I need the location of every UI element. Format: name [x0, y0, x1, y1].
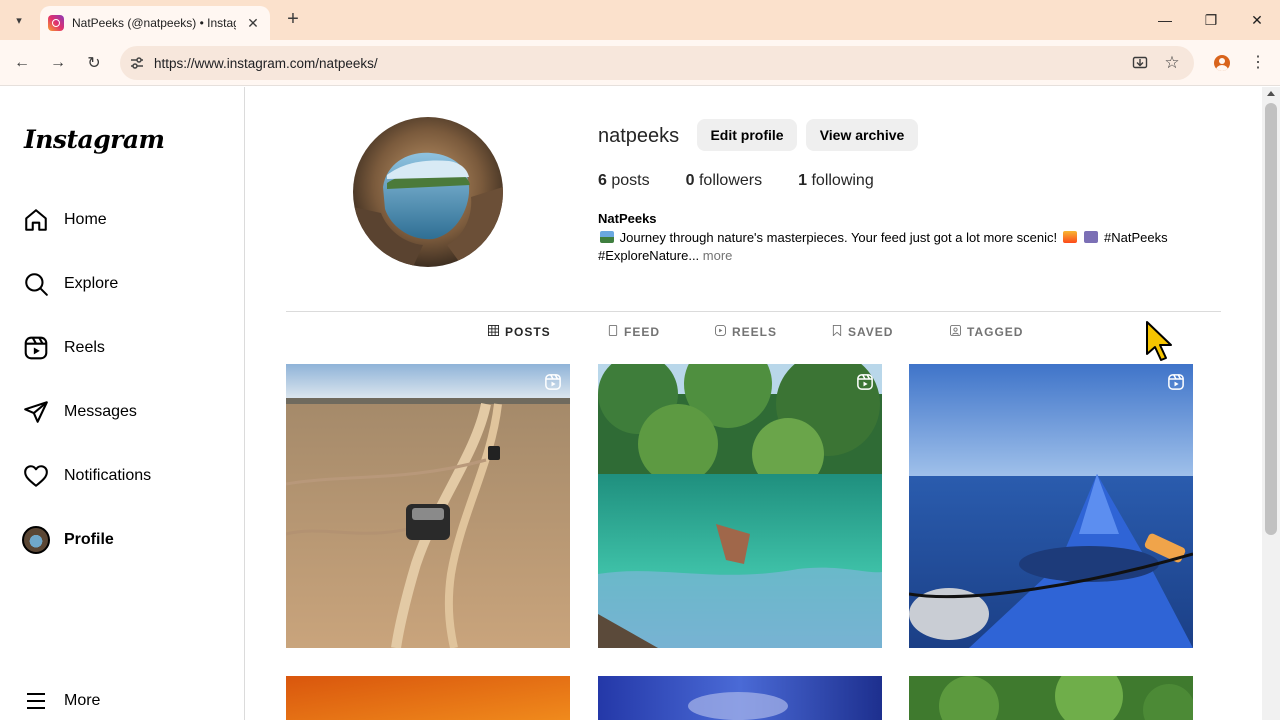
- bio-hashtag[interactable]: #ExploreNature...: [598, 248, 699, 263]
- tab-label: REELS: [732, 325, 778, 339]
- post-thumbnail-foliage[interactable]: [909, 676, 1193, 720]
- minimize-button[interactable]: —: [1142, 0, 1188, 40]
- reel-indicator-icon: [856, 373, 874, 391]
- profile-full-name: NatPeeks: [598, 211, 657, 226]
- site-info-icon[interactable]: [120, 46, 154, 80]
- browser-tab-strip: ▾ NatPeeks (@natpeeks) • Instagram ✕ + —…: [0, 0, 1280, 40]
- forward-button[interactable]: →: [47, 52, 69, 74]
- profile-stats: 6 posts 0 followers 1 following: [598, 172, 910, 190]
- sidebar-item-reels[interactable]: Reels: [22, 324, 232, 372]
- sidebar-item-explore[interactable]: Explore: [22, 260, 232, 308]
- tag-icon: [950, 325, 961, 339]
- scrollbar-thumb[interactable]: [1265, 103, 1277, 535]
- new-tab-button[interactable]: +: [282, 8, 304, 30]
- tab-label: POSTS: [505, 325, 551, 339]
- bookmark-icon: [832, 325, 842, 339]
- browser-profile-avatar[interactable]: [1212, 53, 1232, 73]
- bio-text: Journey through nature's masterpieces. Y…: [619, 230, 1058, 245]
- sunrise-emoji-icon: [1062, 231, 1077, 243]
- reels-icon: [715, 325, 726, 339]
- bio-hashtag[interactable]: #NatPeeks: [1104, 230, 1168, 245]
- instagram-sidebar: Instagram Home Explore Reels Messages No…: [0, 87, 245, 720]
- install-app-icon[interactable]: [1130, 53, 1150, 73]
- profile-avatar-icon: [22, 526, 50, 554]
- tab-search-button[interactable]: ▾: [8, 9, 30, 31]
- tab-tagged[interactable]: TAGGED: [950, 325, 1023, 339]
- profile-main: natpeeks Edit profile View archive 6 pos…: [245, 87, 1262, 720]
- tab-label: SAVED: [848, 325, 894, 339]
- profile-username: natpeeks: [598, 125, 680, 147]
- browser-tab-active[interactable]: NatPeeks (@natpeeks) • Instagram ✕: [40, 6, 270, 40]
- home-icon: [22, 206, 50, 234]
- sidebar-item-home[interactable]: Home: [22, 196, 232, 244]
- window-controls: — ❐ ✕: [1142, 0, 1280, 40]
- page-scrollbar[interactable]: [1262, 87, 1280, 720]
- sidebar-item-label: Notifications: [64, 467, 152, 484]
- sidebar-item-label: Reels: [64, 339, 105, 356]
- bio-more-link[interactable]: more: [703, 248, 733, 263]
- tab-title: NatPeeks (@natpeeks) • Instagram: [72, 16, 236, 30]
- landscape-emoji-icon: [600, 231, 614, 243]
- mouse-cursor-icon: [1145, 320, 1175, 364]
- profile-divider: [286, 311, 1221, 312]
- camera-emoji-icon: [1084, 231, 1099, 243]
- heart-icon: [22, 462, 50, 490]
- browser-toolbar: ← → ↻ https://www.instagram.com/natpeeks…: [0, 40, 1280, 86]
- post-thumbnail-blue-sky[interactable]: [598, 676, 882, 720]
- post-thumbnail-sunset[interactable]: [286, 676, 570, 720]
- feed-icon: [608, 325, 618, 339]
- address-bar[interactable]: https://www.instagram.com/natpeeks/ ☆: [120, 46, 1194, 80]
- reel-indicator-icon: [1167, 373, 1185, 391]
- grid-icon: [488, 325, 499, 339]
- search-icon: [22, 270, 50, 298]
- edit-profile-button[interactable]: Edit profile: [697, 119, 797, 151]
- tab-label: FEED: [624, 325, 661, 339]
- window-close-button[interactable]: ✕: [1234, 0, 1280, 40]
- sidebar-item-label: Home: [64, 211, 107, 228]
- posts-stat: 6 posts: [598, 172, 650, 189]
- scroll-up-arrow-icon[interactable]: [1267, 91, 1275, 96]
- tab-reels[interactable]: REELS: [715, 325, 777, 339]
- back-button[interactable]: ←: [11, 52, 33, 74]
- send-icon: [22, 398, 50, 426]
- profile-bio: Journey through nature's masterpieces. Y…: [598, 229, 1218, 265]
- post-thumbnail-kayak[interactable]: [909, 364, 1193, 648]
- sidebar-item-label: Profile: [64, 531, 114, 548]
- restore-button[interactable]: ❐: [1188, 0, 1234, 40]
- url-text[interactable]: https://www.instagram.com/natpeeks/: [154, 56, 378, 71]
- bookmark-star-icon[interactable]: ☆: [1162, 53, 1182, 73]
- reel-indicator-icon: [544, 373, 562, 391]
- profile-tabs: POSTS FEED REELS SAVED TAGGED: [286, 325, 1221, 351]
- post-thumbnail-desert-road[interactable]: [286, 364, 570, 648]
- view-archive-button[interactable]: View archive: [806, 119, 918, 151]
- sidebar-item-notifications[interactable]: Notifications: [22, 452, 232, 500]
- tab-close-button[interactable]: ✕: [244, 15, 262, 32]
- reels-icon: [22, 334, 50, 362]
- tab-saved[interactable]: SAVED: [832, 325, 893, 339]
- tab-feed[interactable]: FEED: [608, 325, 660, 339]
- profile-avatar[interactable]: [353, 117, 503, 267]
- sidebar-item-profile[interactable]: Profile: [22, 516, 232, 564]
- sidebar-item-label: Explore: [64, 275, 119, 292]
- sidebar-item-more[interactable]: More: [22, 677, 232, 720]
- tab-label: TAGGED: [967, 325, 1024, 339]
- following-stat[interactable]: 1 following: [798, 172, 874, 190]
- instagram-favicon-icon: [48, 15, 64, 31]
- sidebar-item-messages[interactable]: Messages: [22, 388, 232, 436]
- tab-posts[interactable]: POSTS: [488, 325, 551, 339]
- hamburger-icon: [22, 687, 50, 715]
- post-thumbnail-lagoon[interactable]: [598, 364, 882, 648]
- reload-button[interactable]: ↻: [83, 52, 105, 74]
- browser-menu-icon[interactable]: ⋮: [1248, 52, 1268, 74]
- followers-stat[interactable]: 0 followers: [686, 172, 763, 190]
- sidebar-item-label: Messages: [64, 403, 137, 420]
- instagram-logo[interactable]: Instagram: [24, 125, 165, 154]
- sidebar-item-label: More: [64, 692, 101, 709]
